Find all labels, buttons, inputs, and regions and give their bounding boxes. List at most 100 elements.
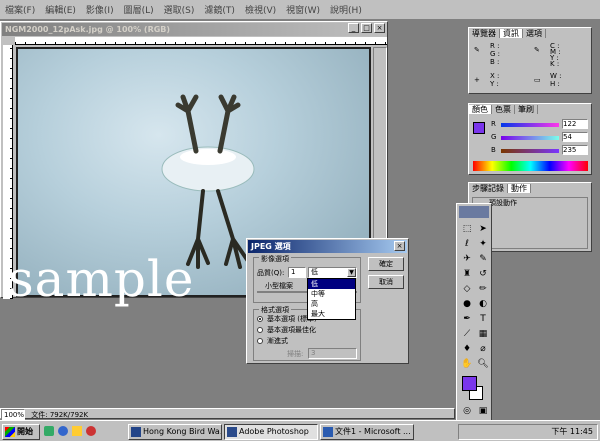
document-size: 文件: 792K/792K: [31, 411, 89, 419]
foreground-swatch[interactable]: [473, 122, 485, 134]
tab-info[interactable]: 資訊: [500, 29, 523, 38]
radio-progressive[interactable]: [257, 338, 263, 344]
screen-mode-icon[interactable]: ▣: [475, 404, 491, 418]
history-brush-tool-icon[interactable]: ↺: [475, 267, 491, 281]
menu-image[interactable]: 影像(I): [81, 0, 119, 19]
red-value[interactable]: 122: [562, 119, 588, 129]
tab-options[interactable]: 選項: [523, 29, 546, 38]
color-panel-tabs: 顏色 色票 筆刷: [469, 104, 591, 117]
dropdown-option-maximum[interactable]: 最大: [308, 309, 355, 319]
quick-mask-icon[interactable]: ◎: [459, 404, 475, 418]
blue-value[interactable]: 235: [562, 145, 588, 155]
start-button[interactable]: 開始: [2, 424, 40, 440]
photoshop-icon: [227, 427, 237, 437]
task-hong-kong-bird[interactable]: Hong Kong Bird Wa...: [128, 424, 222, 440]
radio-baseline-optimized[interactable]: [257, 327, 263, 333]
actions-panel-tabs: 步驟記錄 動作: [469, 183, 591, 196]
info-x: X :: [490, 72, 500, 80]
tab-brushes[interactable]: 筆刷: [515, 105, 538, 114]
menu-select[interactable]: 選取(S): [159, 0, 200, 19]
windows-logo-icon: [5, 427, 15, 437]
app-quicklaunch-icon[interactable]: [86, 426, 96, 436]
tab-color[interactable]: 顏色: [469, 105, 492, 114]
gradient-tool-icon[interactable]: ▦: [475, 327, 491, 341]
brush-tool-icon[interactable]: ✎: [475, 252, 491, 266]
menu-filter[interactable]: 濾鏡(T): [199, 0, 240, 19]
red-slider[interactable]: [501, 123, 559, 127]
radio-progressive-label: 漸進式: [267, 337, 288, 345]
task-word-document[interactable]: 文件1 - Microsoft ...: [320, 424, 414, 440]
paint-bucket-tool-icon[interactable]: ♦: [459, 342, 475, 356]
watermark: sample: [8, 250, 195, 308]
green-value[interactable]: 54: [562, 132, 588, 142]
status-bar: 100% 文件: 792K/792K: [0, 408, 455, 422]
desktop-quicklaunch-icon[interactable]: [44, 426, 54, 436]
airbrush-tool-icon[interactable]: ✈: [459, 252, 475, 266]
lasso-tool-icon[interactable]: ℓ: [459, 237, 475, 251]
browser-quicklaunch-icon[interactable]: [58, 426, 68, 436]
dropdown-option-low[interactable]: 低: [308, 279, 355, 289]
blur-tool-icon[interactable]: ●: [459, 297, 475, 311]
scans-select-value: 3: [311, 349, 316, 357]
radio-baseline-standard[interactable]: [257, 316, 263, 322]
stamp-tool-icon[interactable]: ♜: [459, 267, 475, 281]
scans-select[interactable]: 3: [308, 348, 357, 359]
minimize-button[interactable]: _: [348, 23, 359, 33]
horizontal-ruler: [15, 37, 387, 45]
dodge-tool-icon[interactable]: ◐: [475, 297, 491, 311]
foreground-color-swatch[interactable]: [462, 376, 477, 391]
eyedropper-tool-icon[interactable]: ⌀: [475, 342, 491, 356]
dialog-title: JPEG 選項: [248, 240, 407, 253]
measure-tool-icon[interactable]: ⟋: [459, 327, 475, 341]
scans-label: 掃描:: [287, 350, 304, 358]
eraser-tool-icon[interactable]: ◇: [459, 282, 475, 296]
ok-button[interactable]: 確定: [368, 257, 404, 271]
eyedropper-icon: ✎: [474, 46, 480, 54]
document-title[interactable]: NGM2000_12pAsk.jpg @ 100% (RGB): [2, 23, 386, 36]
blue-slider[interactable]: [501, 149, 559, 153]
menu-bar: 檔案(F) 編輯(E) 影像(I) 圖層(L) 選取(S) 濾鏡(T) 檢視(V) 視窗(W)…: [0, 0, 600, 20]
menu-edit[interactable]: 編輯(E): [40, 0, 81, 19]
dropdown-option-high[interactable]: 高: [308, 299, 355, 309]
info-panel: 導覽器 資訊 選項 ✎ R : G : B : ✎ C : M : Y : K : …: [468, 27, 592, 94]
tab-navigator[interactable]: 導覽器: [469, 29, 500, 38]
tab-history[interactable]: 步驟記錄: [469, 184, 508, 193]
tab-swatches[interactable]: 色票: [492, 105, 515, 114]
dropdown-option-medium[interactable]: 中等: [308, 289, 355, 299]
chevron-down-icon[interactable]: ▼: [347, 268, 356, 277]
clock[interactable]: 下午 11:45: [551, 427, 593, 436]
zoom-tool-icon[interactable]: 🔍︎: [475, 357, 491, 371]
info-r: R :: [490, 42, 500, 50]
quality-select[interactable]: 低 ▼: [308, 267, 357, 278]
outlook-quicklaunch-icon[interactable]: [72, 426, 82, 436]
color-ramp[interactable]: [473, 161, 588, 171]
maximize-button[interactable]: □: [361, 23, 372, 33]
close-button[interactable]: ×: [374, 23, 385, 33]
marquee-tool-icon[interactable]: ⬚: [459, 222, 475, 236]
cancel-button[interactable]: 取消: [368, 275, 404, 289]
system-tray: 下午 11:45: [458, 424, 598, 440]
menu-view[interactable]: 檢視(V): [240, 0, 281, 19]
word-icon: [323, 427, 333, 437]
menu-layer[interactable]: 圖層(L): [119, 0, 159, 19]
move-tool-icon[interactable]: ➤: [475, 222, 491, 236]
quality-dropdown-list: 低 中等 高 最大: [307, 278, 356, 320]
pen-tool-icon[interactable]: ✒: [459, 312, 475, 326]
crosshair-icon: +: [474, 76, 480, 84]
green-slider[interactable]: [501, 136, 559, 140]
tab-actions[interactable]: 動作: [508, 184, 531, 193]
magic-wand-tool-icon[interactable]: ✦: [475, 237, 491, 251]
task-photoshop[interactable]: Adobe Photoshop: [224, 424, 318, 440]
hand-tool-icon[interactable]: ✋: [459, 357, 475, 371]
pencil-tool-icon[interactable]: ✏: [475, 282, 491, 296]
quality-input[interactable]: 1: [288, 267, 306, 278]
menu-window[interactable]: 視窗(W): [281, 0, 325, 19]
toolbox-header: [459, 206, 489, 218]
info-k: K :: [550, 60, 560, 68]
info-h: H :: [550, 80, 560, 88]
dialog-close-button[interactable]: ×: [394, 241, 405, 251]
taskbar: 開始 Hong Kong Bird Wa... Adobe Photoshop …: [0, 420, 600, 441]
menu-file[interactable]: 檔案(F): [0, 0, 40, 19]
type-tool-icon[interactable]: T: [475, 312, 491, 326]
menu-help[interactable]: 說明(H): [325, 0, 367, 19]
